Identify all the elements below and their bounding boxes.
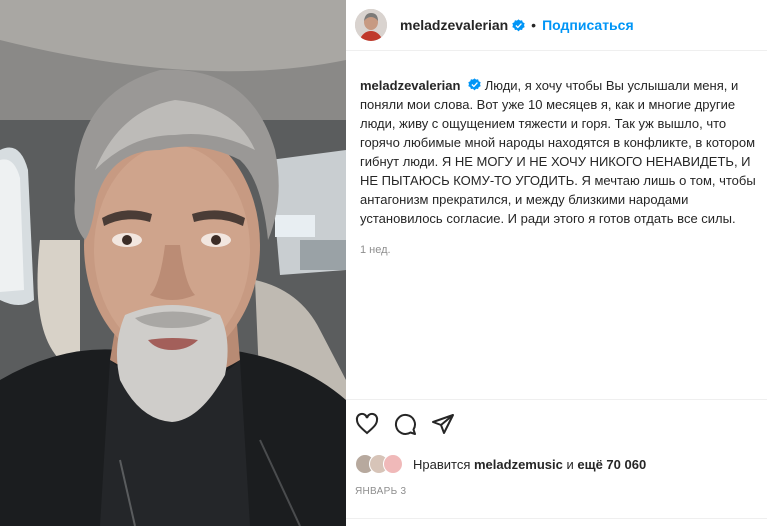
divider xyxy=(346,518,767,519)
action-bar xyxy=(355,412,455,436)
post-container: meladzevalerian • Подписаться meladzeval… xyxy=(0,0,767,526)
post-sidebar: meladzevalerian • Подписаться meladzeval… xyxy=(346,0,767,526)
liker-avatar xyxy=(383,454,403,474)
follow-button[interactable]: Подписаться xyxy=(542,17,634,33)
verified-badge-icon xyxy=(468,77,481,91)
selfie-image xyxy=(0,0,346,526)
separator-dot: • xyxy=(531,17,537,33)
likes-summary: Нравится meladzemusic и ещё 70 060 xyxy=(355,454,646,474)
likes-conjunction: и xyxy=(566,456,574,472)
heart-icon[interactable] xyxy=(355,412,379,436)
divider xyxy=(346,399,767,400)
post-date: ЯНВАРЬ 3 xyxy=(355,486,407,497)
post-photo[interactable] xyxy=(0,0,346,526)
liker-avatars xyxy=(355,454,413,474)
post-header: meladzevalerian • Подписаться xyxy=(346,0,767,51)
likes-prefix: Нравится xyxy=(413,456,471,472)
post-caption: meladzevalerian Люди, я хочу чтобы Вы ус… xyxy=(360,76,760,228)
caption-username[interactable]: meladzevalerian xyxy=(360,78,460,93)
caption-text: Люди, я хочу чтобы Вы услышали меня, и п… xyxy=(360,78,756,226)
post-time[interactable]: 1 нед. xyxy=(360,244,391,256)
share-icon[interactable] xyxy=(431,412,455,436)
liker-username[interactable]: meladzemusic xyxy=(474,457,563,472)
verified-badge-icon xyxy=(512,18,525,32)
likes-count[interactable]: ещё 70 060 xyxy=(577,457,646,472)
comment-icon[interactable] xyxy=(393,412,417,436)
avatar[interactable] xyxy=(355,9,387,41)
username-link[interactable]: meladzevalerian xyxy=(400,17,508,33)
